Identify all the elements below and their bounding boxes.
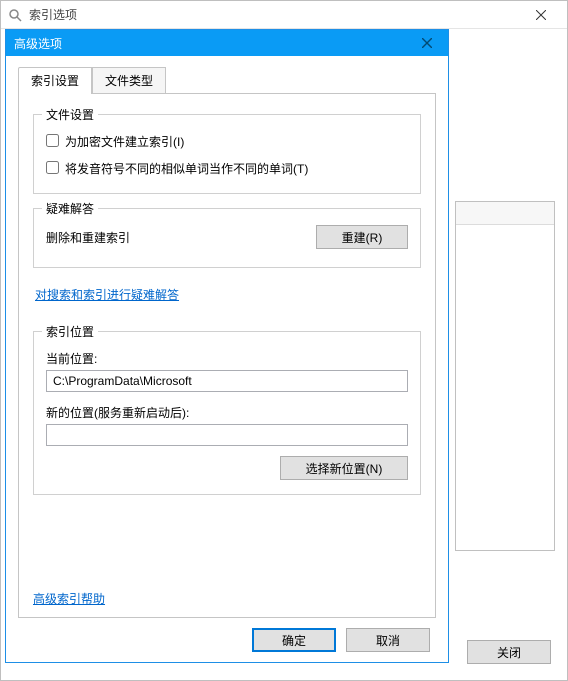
dialog-button-row: 确定 取消 <box>18 618 436 654</box>
child-close-icon[interactable] <box>414 30 440 56</box>
parent-close-button[interactable]: 关闭 <box>467 640 551 664</box>
tab-index-settings[interactable]: 索引设置 <box>18 67 92 94</box>
new-location-label: 新的位置(服务重新启动后): <box>46 404 408 421</box>
list-column-header[interactable] <box>456 202 554 225</box>
current-location-field[interactable] <box>46 370 408 392</box>
child-window-title: 高级选项 <box>14 35 414 52</box>
group-troubleshoot: 疑难解答 删除和重建索引 重建(R) <box>33 208 421 268</box>
indexed-locations-list[interactable] <box>455 201 555 551</box>
checkbox-index-encrypted-label: 为加密文件建立索引(I) <box>65 133 184 150</box>
group-index-location-legend: 索引位置 <box>42 323 98 340</box>
ok-button[interactable]: 确定 <box>252 628 336 652</box>
group-file-settings: 文件设置 为加密文件建立索引(I) 将发音符号不同的相似单词当作不同的单词(T) <box>33 114 421 194</box>
group-troubleshoot-legend: 疑难解答 <box>42 200 98 217</box>
child-titlebar: 高级选项 <box>6 30 448 56</box>
cancel-button[interactable]: 取消 <box>346 628 430 652</box>
rebuild-button[interactable]: 重建(R) <box>316 225 408 249</box>
advanced-index-help-link[interactable]: 高级索引帮助 <box>33 592 105 606</box>
new-location-field[interactable] <box>46 424 408 446</box>
checkbox-diacritics-row[interactable]: 将发音符号不同的相似单词当作不同的单词(T) <box>46 160 408 177</box>
checkbox-diacritics-label: 将发音符号不同的相似单词当作不同的单词(T) <box>65 160 308 177</box>
checkbox-index-encrypted-row[interactable]: 为加密文件建立索引(I) <box>46 133 408 150</box>
parent-window-title: 索引选项 <box>29 6 521 23</box>
checkbox-index-encrypted[interactable] <box>46 134 59 147</box>
group-file-settings-legend: 文件设置 <box>42 106 98 123</box>
advanced-options-window: 高级选项 索引设置 文件类型 文件设置 为加密文件建立索引(I) <box>5 29 449 663</box>
current-location-label: 当前位置: <box>46 350 408 367</box>
tab-panel-index-settings: 文件设置 为加密文件建立索引(I) 将发音符号不同的相似单词当作不同的单词(T)… <box>18 93 436 618</box>
group-index-location: 索引位置 当前位置: 新的位置(服务重新启动后): 选择新位置(N) <box>33 331 421 495</box>
parent-close-icon[interactable] <box>521 1 561 28</box>
checkbox-diacritics[interactable] <box>46 161 59 174</box>
tab-file-types[interactable]: 文件类型 <box>92 67 166 94</box>
tabs: 索引设置 文件类型 <box>18 66 436 93</box>
delete-rebuild-label: 删除和重建索引 <box>46 229 130 246</box>
select-new-location-button[interactable]: 选择新位置(N) <box>280 456 408 480</box>
search-index-icon <box>7 7 23 23</box>
troubleshoot-search-link[interactable]: 对搜索和索引进行疑难解答 <box>35 288 179 302</box>
parent-titlebar: 索引选项 <box>1 1 567 29</box>
